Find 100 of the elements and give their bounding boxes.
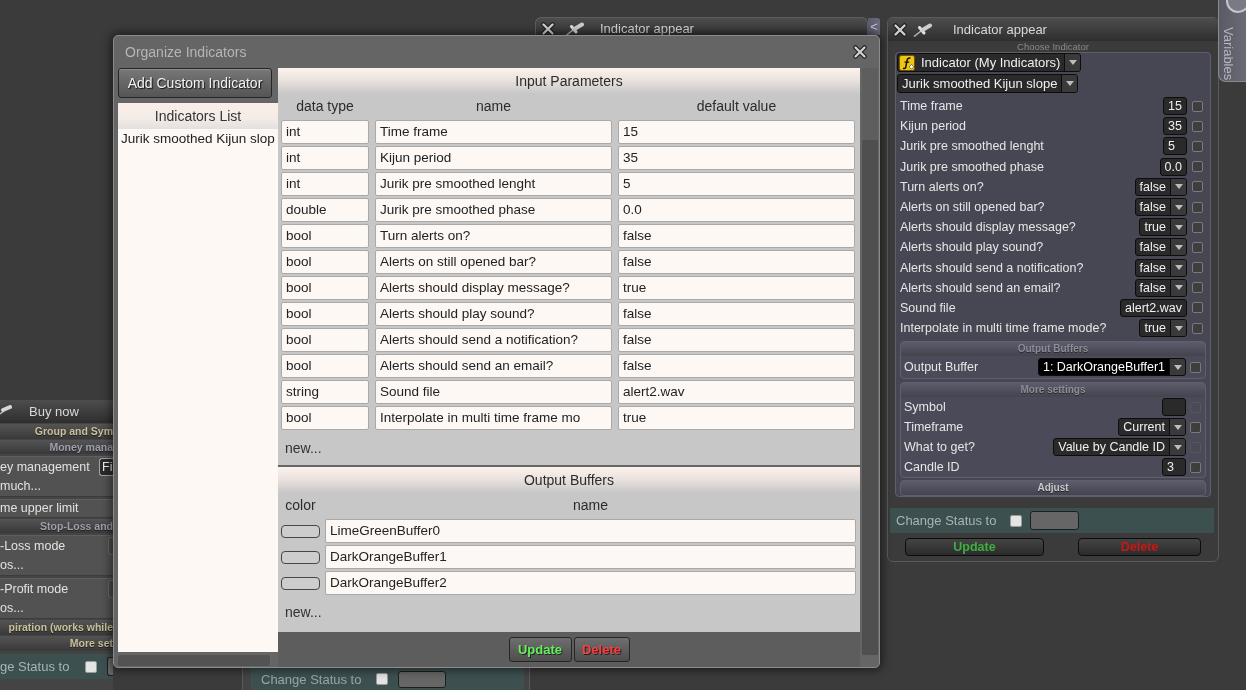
data-type-field[interactable]: int [281, 120, 369, 144]
default-value-field[interactable]: 35 [618, 146, 855, 170]
checkbox[interactable] [1192, 302, 1203, 314]
color-swatch-icon[interactable] [281, 550, 320, 564]
name-field[interactable]: Alerts should display message? [375, 276, 612, 300]
data-type-field[interactable]: bool [281, 354, 369, 378]
new-link[interactable]: new... [285, 438, 322, 458]
dropdown[interactable]: Value by Candle ID [1053, 438, 1186, 457]
checkbox[interactable] [1192, 221, 1203, 233]
dropdown[interactable]: false [1134, 278, 1187, 297]
number-field[interactable]: 3 [1162, 458, 1186, 477]
name-field[interactable]: Alerts on still opened bar? [375, 250, 612, 274]
dropdown[interactable]: false [1134, 177, 1187, 196]
scrollbar[interactable] [862, 68, 878, 655]
data-type-field[interactable]: int [281, 172, 369, 196]
name-field[interactable]: Jurik pre smoothed lenght [375, 172, 612, 196]
close-icon[interactable] [541, 22, 555, 35]
checkbox[interactable] [1190, 461, 1201, 473]
name-field[interactable]: Interpolate in multi time frame mo [375, 406, 612, 430]
input-field[interactable]: Fi [99, 458, 113, 476]
name-field[interactable]: Alerts should send an email? [375, 354, 612, 378]
dropdown[interactable]: true [1139, 319, 1187, 338]
checkbox[interactable] [1190, 361, 1201, 373]
dropdown[interactable]: Indicator (My Indicators) [897, 53, 1082, 72]
dropdown[interactable]: Current [1118, 418, 1186, 437]
update-button[interactable]: Update [905, 538, 1044, 556]
checkbox[interactable] [1192, 120, 1203, 132]
checkbox[interactable] [1192, 181, 1203, 193]
dropdown[interactable]: Jurik smoothed Kijun slope [897, 74, 1079, 93]
name-field[interactable]: Alerts should play sound? [375, 302, 612, 326]
default-value-field[interactable]: false [618, 328, 855, 352]
default-value-field[interactable]: 15 [618, 120, 855, 144]
list-item[interactable]: Jurik smoothed Kijun slop [118, 130, 278, 148]
checkbox[interactable] [1192, 262, 1203, 274]
number-field[interactable]: 5 [1163, 137, 1187, 156]
input-field[interactable] [107, 657, 113, 676]
dropdown[interactable]: 1: DarkOrangeBuffer1 [1037, 358, 1186, 377]
checkbox[interactable] [1192, 241, 1203, 253]
default-value-field[interactable]: false [618, 302, 855, 326]
name-field[interactable]: DarkOrangeBuffer2 [325, 571, 856, 595]
input-field[interactable] [398, 670, 447, 688]
name-field[interactable]: Kijun period [375, 146, 612, 170]
default-value-field[interactable]: true [618, 276, 855, 300]
default-value-field[interactable]: 5 [618, 172, 855, 196]
default-value-field[interactable]: 0.0 [618, 198, 855, 222]
data-type-field[interactable]: bool [281, 250, 369, 274]
name-field[interactable]: Alerts should send a notification? [375, 328, 612, 352]
data-type-field[interactable]: bool [281, 302, 369, 326]
pin-icon[interactable] [913, 22, 933, 37]
checkbox[interactable] [1190, 421, 1201, 433]
color-swatch-icon[interactable] [281, 524, 320, 538]
checkbox[interactable] [1192, 161, 1203, 173]
checkbox[interactable] [376, 673, 389, 685]
checkbox[interactable] [1192, 140, 1203, 152]
number-field[interactable]: 15 [1163, 97, 1187, 116]
name-field[interactable]: Sound file [375, 380, 612, 404]
name-field[interactable]: Jurik pre smoothed phase [375, 198, 612, 222]
checkbox[interactable] [1010, 514, 1023, 527]
color-swatch-icon[interactable] [281, 576, 320, 590]
field-label: Candle ID [904, 460, 961, 475]
number-field[interactable]: 0.0 [1159, 157, 1187, 176]
dropdown[interactable]: false [1134, 238, 1187, 257]
checkbox[interactable] [1192, 201, 1203, 213]
caret-icon [1170, 259, 1186, 276]
default-value-field[interactable]: false [618, 354, 855, 378]
dropdown[interactable]: false [1134, 258, 1187, 277]
checkbox[interactable] [1192, 282, 1203, 294]
data-type-field[interactable]: string [281, 380, 369, 404]
input-field[interactable] [1030, 511, 1080, 530]
text-field[interactable] [1162, 398, 1186, 417]
close-icon[interactable] [853, 45, 867, 59]
checkbox[interactable] [85, 660, 97, 673]
data-type-field[interactable]: bool [281, 276, 369, 300]
dropdown[interactable]: true [1139, 218, 1187, 237]
new-link[interactable]: new... [285, 602, 322, 622]
add-indicator-button[interactable]: Add Custom Indicator [118, 68, 272, 98]
name-field[interactable]: DarkOrangeBuffer1 [325, 545, 856, 569]
scrollbar[interactable] [118, 655, 270, 666]
section-header: Stop-Loss and [0, 519, 113, 533]
data-type-field[interactable]: bool [281, 224, 369, 248]
default-value-field[interactable]: false [618, 224, 855, 248]
close-icon[interactable] [893, 22, 907, 37]
name-field[interactable]: LimeGreenBuffer0 [325, 519, 856, 543]
dropdown[interactable]: false [1134, 198, 1187, 217]
number-field[interactable]: 35 [1163, 117, 1187, 136]
default-value-field[interactable]: true [618, 406, 855, 430]
data-type-field[interactable]: bool [281, 406, 369, 430]
text-field[interactable]: alert2.wav [1120, 298, 1187, 317]
default-value-field[interactable]: alert2.wav [618, 380, 855, 404]
data-type-field[interactable]: double [281, 198, 369, 222]
name-field[interactable]: Turn alerts on? [375, 224, 612, 248]
data-type-field[interactable]: bool [281, 328, 369, 352]
name-field[interactable]: Time frame [375, 120, 612, 144]
checkbox[interactable] [1192, 100, 1203, 112]
default-value-field[interactable]: false [618, 250, 855, 274]
collapse-tab[interactable]: < [868, 18, 880, 35]
pin-icon[interactable] [565, 22, 585, 35]
update-button[interactable]: Update [508, 637, 572, 662]
data-type-field[interactable]: int [281, 146, 369, 170]
checkbox[interactable] [1192, 322, 1203, 334]
